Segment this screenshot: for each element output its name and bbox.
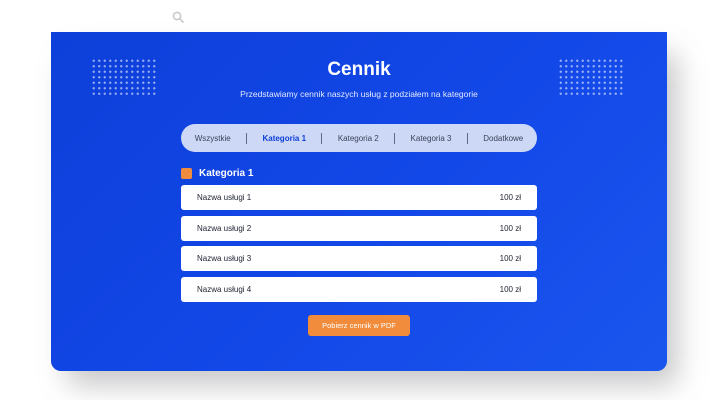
tab-divider: [394, 132, 396, 144]
tab-divider: [321, 132, 323, 144]
service-price: 100 zł: [499, 193, 521, 202]
price-row: Nazwa usługi 1 100 zł: [181, 185, 537, 210]
tab-divider: [466, 132, 468, 144]
download-pdf-button[interactable]: Pobierz cennik w PDF: [308, 315, 410, 336]
tab-divider: [246, 132, 248, 144]
search-icon[interactable]: [172, 11, 184, 23]
tab-kategoria-2[interactable]: Kategoria 2: [338, 134, 379, 143]
tab-wszystkie[interactable]: Wszystkie: [195, 134, 231, 143]
price-row: Nazwa usługi 2 100 zł: [181, 215, 537, 241]
tab-kategoria-1[interactable]: Kategoria 1: [262, 134, 306, 143]
pricing-section: Cennik Przedstawiamy cennik naszych usłu…: [51, 32, 667, 371]
service-price: 100 zł: [499, 284, 521, 294]
service-name: Nazwa usługi 3: [197, 254, 252, 263]
price-list: Nazwa usługi 1 100 zł Nazwa usługi 2 100…: [181, 185, 537, 307]
tab-kategoria-3[interactable]: Kategoria 3: [411, 134, 452, 143]
category-title: Kategoria 1: [199, 167, 254, 179]
page-title: Cennik: [327, 59, 391, 80]
price-row: Nazwa usługi 4 100 zł: [181, 276, 537, 302]
service-price: 100 zł: [499, 254, 521, 263]
service-name: Nazwa usługi 1: [197, 193, 252, 202]
category-marker-icon: [181, 167, 192, 179]
tab-dodatkowe[interactable]: Dodatkowe: [483, 134, 523, 143]
price-row: Nazwa usługi 3 100 zł: [181, 246, 537, 271]
category-header: Kategoria 1: [181, 166, 253, 180]
service-name: Nazwa usługi 4: [197, 284, 252, 294]
page-subtitle: Przedstawiamy cennik naszych usług z pod…: [240, 89, 478, 99]
service-price: 100 zł: [499, 223, 521, 233]
service-name: Nazwa usługi 2: [197, 223, 252, 233]
category-tabs: Wszystkie Kategoria 1 Kategoria 2 Katego…: [181, 124, 537, 152]
